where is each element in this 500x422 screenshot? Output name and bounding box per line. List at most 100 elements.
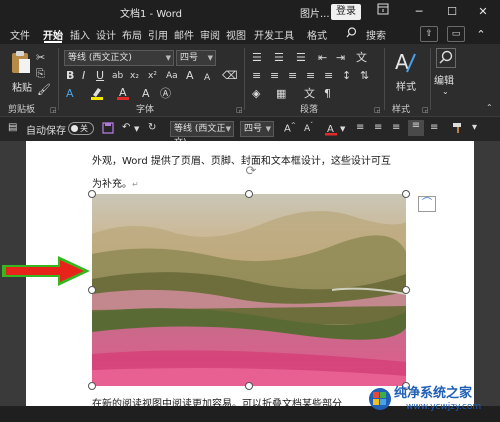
- subscript-icon[interactable]: x₂: [130, 70, 139, 82]
- paragraph-launcher-icon[interactable]: ◲: [374, 106, 381, 114]
- align-left-icon[interactable]: ≡: [252, 70, 261, 82]
- redo-icon[interactable]: ↻: [148, 122, 156, 133]
- save-icon[interactable]: [102, 122, 114, 137]
- show-marks-icon[interactable]: ¶: [324, 88, 331, 100]
- login-button[interactable]: 登录: [331, 4, 361, 20]
- enclose-char-icon[interactable]: Ⓐ: [160, 88, 171, 100]
- resize-handle[interactable]: [88, 382, 96, 390]
- bullets-icon[interactable]: ☰: [252, 52, 262, 64]
- restore-button[interactable]: ☐: [443, 3, 461, 21]
- picture-tools-context-tab[interactable]: 图片...: [300, 5, 330, 20]
- superscript-icon[interactable]: x²: [148, 70, 157, 82]
- resize-handle[interactable]: [402, 190, 410, 198]
- search-label[interactable]: 搜索: [366, 27, 386, 42]
- font-launcher-icon[interactable]: ◲: [236, 106, 243, 114]
- grow-font-icon[interactable]: A: [186, 70, 194, 82]
- find-icon[interactable]: [436, 48, 456, 68]
- chevron-down-icon[interactable]: ▼: [340, 125, 345, 133]
- align-center-icon[interactable]: ≡: [270, 70, 279, 82]
- font-size-combo[interactable]: 四号 ▼: [176, 50, 216, 66]
- tab-home[interactable]: 开始: [43, 27, 63, 42]
- shading-icon[interactable]: ◈: [252, 88, 260, 100]
- shrink-font-icon[interactable]: A: [204, 72, 210, 84]
- font-color-icon[interactable]: A: [116, 86, 130, 103]
- align-center-icon[interactable]: ≡: [374, 122, 382, 133]
- search-icon[interactable]: [346, 27, 357, 41]
- ribbon-display-icon[interactable]: [374, 3, 392, 21]
- multilevel-list-icon[interactable]: ☰: [296, 52, 306, 64]
- tab-layout[interactable]: 布局: [122, 27, 142, 42]
- distributed-icon[interactable]: ≡: [430, 122, 438, 133]
- format-painter-icon[interactable]: [452, 122, 464, 137]
- borders-icon[interactable]: ▦: [276, 88, 286, 100]
- align-left-icon[interactable]: ≡: [356, 122, 364, 133]
- qat-font-name-combo[interactable]: 等线 (西文正文)▼: [170, 121, 234, 148]
- increase-indent-icon[interactable]: ⇥: [336, 52, 345, 64]
- qat-font-size-combo[interactable]: 四号 ▼: [240, 121, 274, 137]
- font-name-combo[interactable]: 等线 (西文正文) ▼: [64, 50, 174, 66]
- clear-formatting-icon[interactable]: ⌫: [222, 70, 238, 82]
- chinese-layout-icon[interactable]: 文: [356, 52, 367, 64]
- styles-launcher-icon[interactable]: ◲: [422, 106, 429, 114]
- minimize-button[interactable]: ─: [410, 3, 428, 21]
- resize-handle[interactable]: [245, 190, 253, 198]
- comments-icon[interactable]: ▭: [447, 26, 465, 42]
- char-shading-icon[interactable]: A: [142, 88, 150, 100]
- styles-icon[interactable]: A: [393, 50, 417, 79]
- paste-icon[interactable]: [10, 50, 32, 79]
- collapse-ribbon-icon[interactable]: ⌃: [486, 102, 493, 114]
- grow-font-icon[interactable]: A^: [284, 122, 296, 134]
- format-painter-icon[interactable]: 🖌: [37, 84, 51, 96]
- autosave-toggle[interactable]: 关: [68, 122, 94, 135]
- rotate-handle-icon[interactable]: ⟳: [243, 164, 259, 180]
- chevron-down-icon[interactable]: ⌄: [442, 86, 449, 98]
- tab-review[interactable]: 审阅: [200, 27, 220, 42]
- tab-developer[interactable]: 开发工具: [254, 27, 294, 42]
- justify-icon[interactable]: ≡: [306, 70, 315, 82]
- document-line[interactable]: 为补充。↵: [92, 175, 139, 190]
- inserted-picture[interactable]: [92, 194, 406, 386]
- styles-label[interactable]: 样式: [396, 78, 416, 93]
- italic-icon[interactable]: I: [82, 70, 85, 82]
- ribbon-collapse-icon[interactable]: ⌃: [472, 26, 490, 44]
- customize-toolbar-icon[interactable]: ▾: [472, 122, 477, 133]
- close-button[interactable]: ✕: [474, 3, 492, 21]
- align-right-icon[interactable]: ≡: [288, 70, 297, 82]
- resize-handle[interactable]: [88, 190, 96, 198]
- change-case-label[interactable]: Aa: [166, 70, 178, 82]
- numbering-icon[interactable]: ☰: [274, 52, 284, 64]
- underline-icon[interactable]: U: [96, 70, 104, 82]
- tab-design[interactable]: 设计: [96, 27, 116, 42]
- distributed-icon[interactable]: ≡: [324, 70, 333, 82]
- line-spacing-icon[interactable]: ↕: [342, 70, 351, 82]
- cut-icon[interactable]: ✂: [36, 52, 45, 64]
- text-effects-icon[interactable]: A: [66, 88, 74, 100]
- tab-format[interactable]: 格式: [307, 27, 327, 42]
- align-right-icon[interactable]: ≡: [392, 122, 400, 133]
- tab-insert[interactable]: 插入: [70, 27, 90, 42]
- bold-icon[interactable]: B: [66, 70, 74, 82]
- font-color-icon[interactable]: A: [324, 122, 338, 139]
- paste-label[interactable]: 粘贴: [12, 79, 32, 94]
- share-icon[interactable]: ⇧: [420, 26, 438, 42]
- tab-references[interactable]: 引用: [148, 27, 168, 42]
- tab-file[interactable]: 文件: [10, 27, 30, 42]
- highlight-icon[interactable]: [90, 86, 104, 103]
- clipboard-launcher-icon[interactable]: ◲: [50, 106, 57, 114]
- justify-icon[interactable]: ≡: [408, 120, 424, 136]
- chevron-down-icon[interactable]: ▼: [134, 125, 139, 133]
- resize-handle[interactable]: [245, 382, 253, 390]
- undo-icon[interactable]: ↶: [122, 122, 130, 133]
- editing-label[interactable]: 编辑: [434, 72, 454, 87]
- strikethrough-icon[interactable]: ab: [112, 70, 123, 82]
- tab-view[interactable]: 视图: [226, 27, 246, 42]
- document-line[interactable]: 外观，Word 提供了页眉、页脚、封面和文本框设计，这些设计可互: [92, 152, 391, 167]
- sort-icon[interactable]: ⇅: [360, 70, 369, 82]
- asian-typography-icon[interactable]: 文: [304, 88, 315, 100]
- layout-options-icon[interactable]: ⌒: [418, 196, 436, 212]
- shrink-font-icon[interactable]: Aˇ: [304, 122, 313, 134]
- tab-mailings[interactable]: 邮件: [174, 27, 194, 42]
- resize-handle[interactable]: [402, 286, 410, 294]
- toolbar-menu-icon[interactable]: ▤: [8, 122, 17, 133]
- copy-icon[interactable]: ⎘: [36, 68, 45, 80]
